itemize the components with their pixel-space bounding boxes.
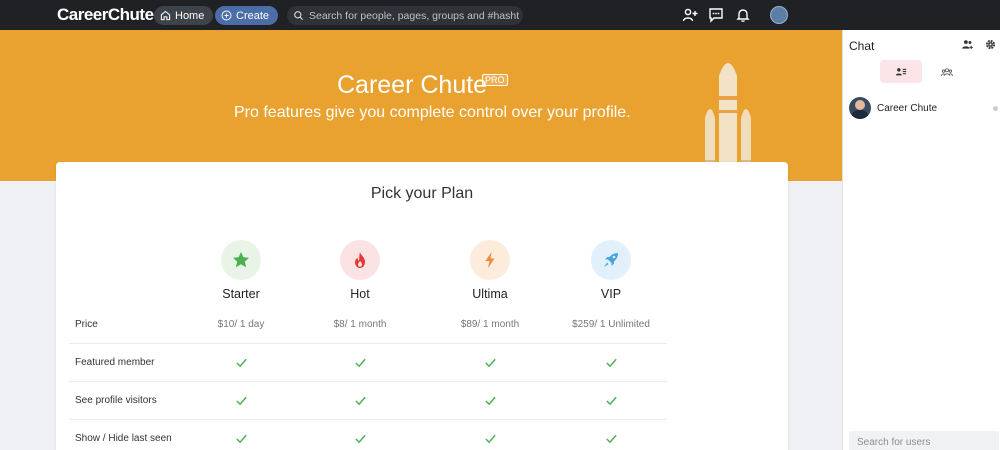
add-friend-icon[interactable]	[682, 7, 698, 23]
tab-contacts[interactable]	[880, 60, 922, 83]
table-row: Show / Hide last seen	[69, 420, 667, 450]
plan-starter[interactable]: Starter	[181, 240, 301, 301]
groups-icon	[941, 67, 953, 76]
plans-heading: Pick your Plan	[370, 185, 474, 202]
plan-name: VIP	[600, 287, 622, 301]
home-button[interactable]: Home	[154, 6, 214, 25]
check-icon	[484, 396, 496, 406]
group-add-icon[interactable]	[961, 38, 974, 51]
top-navbar: CareerChute Home Create	[0, 0, 1000, 30]
hero-title: Career Chute	[337, 71, 488, 99]
plus-circle-icon	[221, 10, 232, 21]
plan-name: Starter	[222, 287, 260, 301]
row-label: Price	[75, 319, 98, 330]
check-icon	[605, 358, 617, 368]
price-cell: $89/ 1 month	[460, 319, 520, 330]
price-cell: $8/ 1 month	[333, 319, 387, 330]
check-icon	[484, 434, 496, 444]
lightning-icon	[470, 240, 510, 280]
plan-ultima[interactable]: Ultima	[430, 240, 550, 301]
create-button[interactable]: Create	[215, 6, 279, 25]
price-cell: $10/ 1 day	[217, 319, 265, 330]
check-icon	[235, 434, 247, 444]
notifications-icon[interactable]	[735, 7, 751, 23]
plan-vip[interactable]: VIP	[551, 240, 671, 301]
plan-name: Ultima	[472, 287, 508, 301]
chat-sidebar: Chat Career Chute	[842, 30, 1000, 450]
check-icon	[605, 434, 617, 444]
star-icon	[221, 240, 261, 280]
check-icon	[354, 396, 366, 406]
rocket-icon	[591, 240, 631, 280]
fire-icon	[340, 240, 380, 280]
profile-avatar[interactable]	[770, 6, 788, 24]
pro-hero-banner: Career Chute PRO Pro features give you c…	[0, 30, 842, 188]
chat-user-item[interactable]: Career Chute	[849, 97, 937, 119]
check-icon	[605, 396, 617, 406]
table-row: Price $10/ 1 day $8/ 1 month $89/ 1 mont…	[69, 306, 667, 344]
plans-card: Pick your Plan Starter Hot Ultima VIP Pr…	[56, 162, 788, 450]
search-icon	[294, 11, 304, 21]
search-input[interactable]	[309, 9, 519, 22]
plan-hot[interactable]: Hot	[300, 240, 420, 301]
check-icon	[354, 358, 366, 368]
check-icon	[484, 358, 496, 368]
home-label: Home	[175, 9, 205, 22]
contacts-icon	[895, 67, 907, 75]
pro-badge: PRO	[482, 74, 508, 86]
tab-groups[interactable]	[926, 60, 968, 83]
site-logo[interactable]: CareerChute	[57, 5, 154, 25]
row-label: See profile visitors	[75, 395, 157, 406]
global-search[interactable]	[287, 6, 523, 25]
avatar	[849, 97, 871, 119]
gear-icon[interactable]	[984, 38, 997, 51]
messages-icon[interactable]	[708, 7, 724, 23]
row-label: Show / Hide last seen	[75, 433, 172, 444]
row-label: Featured member	[75, 357, 155, 368]
chat-search-input[interactable]	[849, 431, 999, 450]
status-dot	[993, 106, 998, 111]
hero-subtitle: Pro features give you complete control o…	[234, 104, 631, 121]
check-icon	[235, 358, 247, 368]
price-cell: $259/ 1 Unlimited	[572, 319, 650, 330]
check-icon	[235, 396, 247, 406]
home-icon	[160, 10, 171, 21]
create-label: Create	[236, 9, 270, 22]
table-row: See profile visitors	[69, 382, 667, 420]
chat-title: Chat	[849, 39, 875, 53]
chat-user-name: Career Chute	[877, 102, 938, 114]
plan-name: Hot	[350, 287, 370, 301]
check-icon	[354, 434, 366, 444]
table-row: Featured member	[69, 344, 667, 382]
